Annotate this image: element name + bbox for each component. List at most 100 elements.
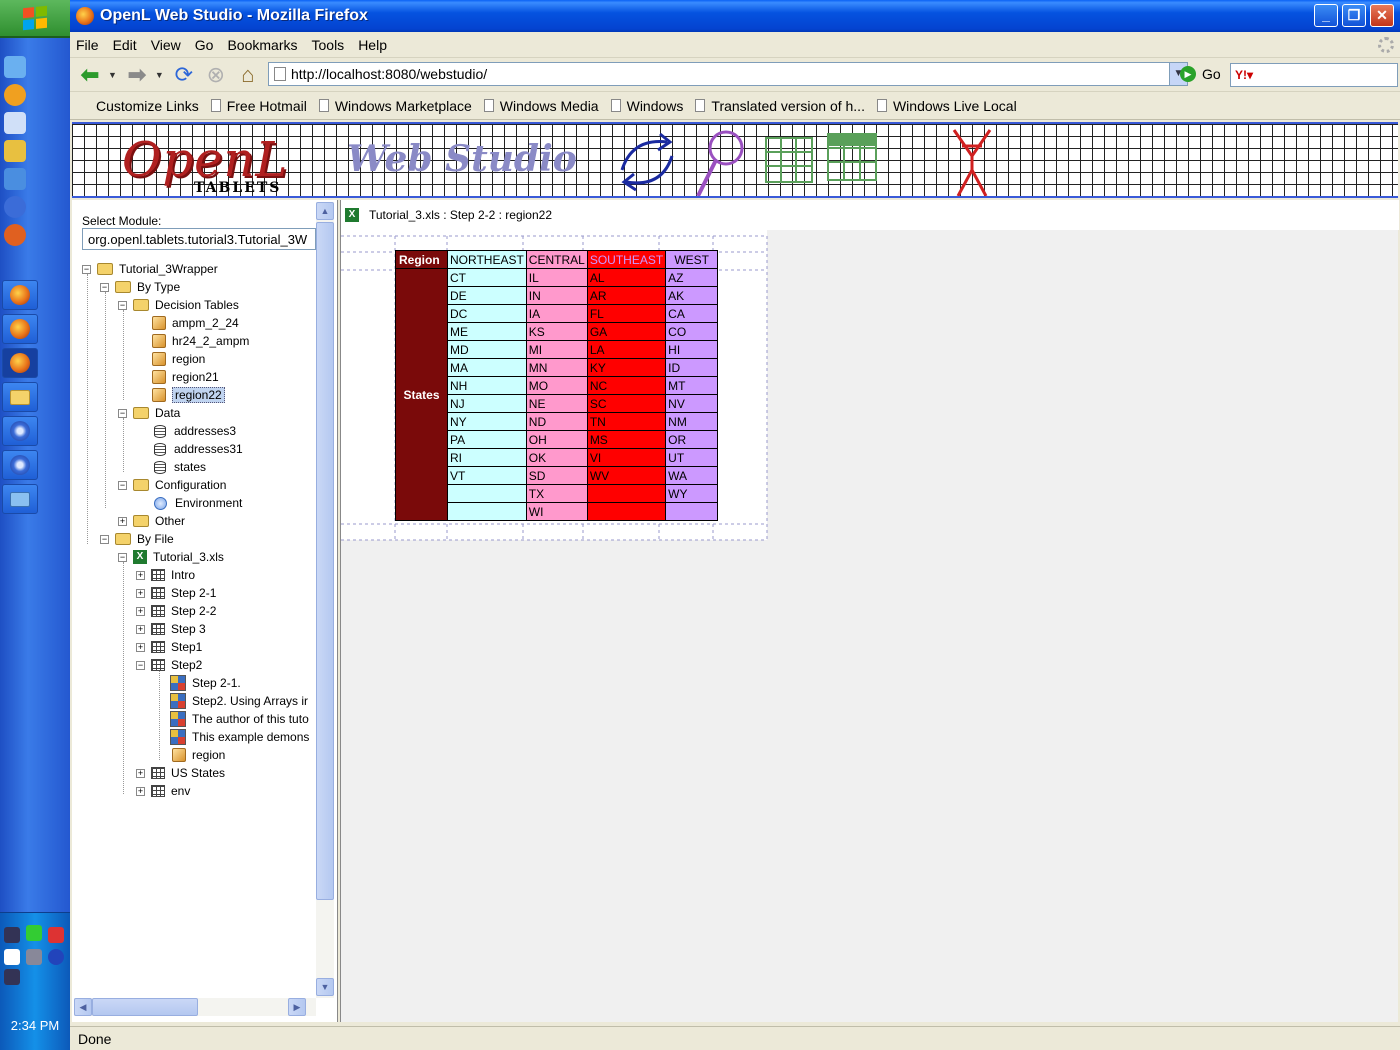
tray-wifi-icon[interactable]	[4, 949, 20, 965]
collapse-icon[interactable]: −	[100, 282, 109, 292]
table-cell[interactable]: NH	[447, 376, 527, 395]
tree-sheet-us-states[interactable]: + US States	[136, 764, 225, 782]
table-cell[interactable]: IN	[525, 286, 588, 305]
table-cell[interactable]	[586, 502, 667, 521]
tools-figure-icon[interactable]	[944, 126, 1000, 198]
tree-item-region21[interactable]: region21	[152, 368, 219, 386]
header-central[interactable]: CENTRAL	[525, 250, 588, 269]
taskbar-firefox-3[interactable]	[2, 348, 38, 378]
expand-icon[interactable]: +	[136, 606, 145, 616]
menu-view[interactable]: View	[151, 37, 181, 53]
header-west[interactable]: WEST	[665, 250, 719, 269]
bookmark-item[interactable]: Windows Marketplace	[318, 98, 472, 114]
taskbar-firefox-2[interactable]	[2, 314, 38, 344]
table-cell[interactable]: NM	[665, 412, 719, 431]
scroll-right-icon[interactable]: ▶	[288, 998, 306, 1016]
table-cell[interactable]: WI	[525, 502, 588, 521]
refresh-arrows-icon[interactable]	[612, 130, 682, 194]
header-northeast[interactable]: NORTHEAST	[447, 250, 527, 269]
scroll-down-icon[interactable]: ▼	[316, 978, 334, 996]
table-cell[interactable]: FL	[586, 304, 667, 323]
table-cell[interactable]: AL	[586, 268, 667, 287]
table-cell[interactable]: NY	[447, 412, 527, 431]
table-cell[interactable]: MT	[665, 376, 719, 395]
tree-root[interactable]: − Tutorial_3Wrapper	[82, 260, 218, 278]
table-cell[interactable]: NV	[665, 394, 719, 413]
table-cell[interactable]: SC	[586, 394, 667, 413]
table-cell[interactable]: KY	[586, 358, 667, 377]
url-bar[interactable]: http://localhost:8080/webstudio/ ▼	[268, 62, 1188, 86]
tree-by-type[interactable]: − By Type	[100, 278, 180, 296]
table-cell[interactable]: CA	[665, 304, 719, 323]
bookmark-item[interactable]: Customize Links	[96, 98, 199, 114]
tree-decision-tables[interactable]: − Decision Tables	[118, 296, 239, 314]
table-cell[interactable]: WV	[586, 466, 667, 485]
table-cell[interactable]: GA	[586, 322, 667, 341]
table-cell[interactable]: MO	[525, 376, 588, 395]
reload-button[interactable]: ⟳	[170, 61, 198, 89]
bookmark-item[interactable]: Free Hotmail	[210, 98, 307, 114]
expand-icon[interactable]: +	[136, 786, 145, 796]
tree-text-author[interactable]: The author of this tuto	[170, 710, 309, 728]
table-cell[interactable]: DE	[447, 286, 527, 305]
table-cell[interactable]: MA	[447, 358, 527, 377]
table-cell[interactable]: MN	[525, 358, 588, 377]
table-cell[interactable]: KS	[525, 322, 588, 341]
back-button[interactable]: ⬅	[76, 61, 104, 89]
expand-icon[interactable]: +	[118, 516, 127, 526]
scroll-up-icon[interactable]: ▲	[316, 202, 334, 220]
tray-usb-icon[interactable]	[4, 969, 20, 985]
tree-item-region[interactable]: region	[152, 350, 205, 368]
tree-item-hr24-2-ampm[interactable]: hr24_2_ampm	[152, 332, 249, 350]
table-cell[interactable]: TN	[586, 412, 667, 431]
tree-item-addresses3[interactable]: addresses3	[154, 422, 236, 440]
collapse-icon[interactable]: −	[118, 300, 127, 310]
table-cell[interactable]: WY	[665, 484, 719, 503]
tree-item-addresses31[interactable]: addresses31	[154, 440, 243, 458]
collapse-icon[interactable]: −	[82, 264, 91, 274]
bookmark-item[interactable]: Windows	[610, 98, 683, 114]
maximize-button[interactable]: ❐	[1342, 4, 1366, 27]
table-cell[interactable]: IA	[525, 304, 588, 323]
tree-configuration[interactable]: − Configuration	[118, 476, 226, 494]
tree-sheet-env[interactable]: + env	[136, 782, 190, 800]
table-cell[interactable]: MD	[447, 340, 527, 359]
collapse-icon[interactable]: −	[118, 552, 127, 562]
table-cell[interactable]: NE	[525, 394, 588, 413]
table-cell[interactable]: DC	[447, 304, 527, 323]
table-cell[interactable]: RI	[447, 448, 527, 467]
region-header-cell[interactable]: Region	[395, 250, 448, 269]
tree-vertical-scrollbar[interactable]: ▲ ▼	[316, 202, 334, 998]
menu-go[interactable]: Go	[195, 37, 214, 53]
bookmark-item[interactable]: Translated version of h...	[695, 98, 865, 114]
tray-sound-icon[interactable]	[48, 949, 64, 965]
menu-help[interactable]: Help	[358, 37, 387, 53]
module-select[interactable]: org.openl.tablets.tutorial3.Tutorial_3W	[82, 228, 316, 250]
tree-sheet-step-3[interactable]: + Step 3	[136, 620, 206, 638]
table-cell[interactable]: LA	[586, 340, 667, 359]
back-dropdown-icon[interactable]: ▼	[108, 70, 117, 80]
player-icon[interactable]	[4, 224, 26, 246]
taskbar-folder[interactable]	[2, 382, 38, 412]
expand-icon[interactable]: +	[136, 642, 145, 652]
states-label-cell[interactable]: States	[395, 268, 448, 521]
tree-sheet-step-2-2[interactable]: + Step 2-2	[136, 602, 216, 620]
tool-icon[interactable]	[4, 140, 26, 162]
table-cell[interactable]: NJ	[447, 394, 527, 413]
forward-button[interactable]: ➡	[123, 61, 151, 89]
table-cell[interactable]: AK	[665, 286, 719, 305]
menu-bookmarks[interactable]: Bookmarks	[227, 37, 297, 53]
bookmark-item[interactable]: Windows Live Local	[876, 98, 1017, 114]
table-cell[interactable]: IL	[525, 268, 588, 287]
tree-text-example[interactable]: This example demons	[170, 728, 309, 746]
tree-sheet-intro[interactable]: + Intro	[136, 566, 195, 584]
taskbar-eclipse-1[interactable]	[2, 416, 38, 446]
forward-dropdown-icon[interactable]: ▼	[155, 70, 164, 80]
scroll-thumb[interactable]	[316, 222, 334, 900]
table-cell[interactable]: OK	[525, 448, 588, 467]
table-cell[interactable]: AZ	[665, 268, 719, 287]
tree-horizontal-scrollbar[interactable]: ◀ ▶	[74, 998, 316, 1016]
home-button[interactable]: ⌂	[234, 61, 262, 89]
tray-network-icon[interactable]	[26, 949, 42, 965]
taskbar-eclipse-2[interactable]	[2, 450, 38, 480]
